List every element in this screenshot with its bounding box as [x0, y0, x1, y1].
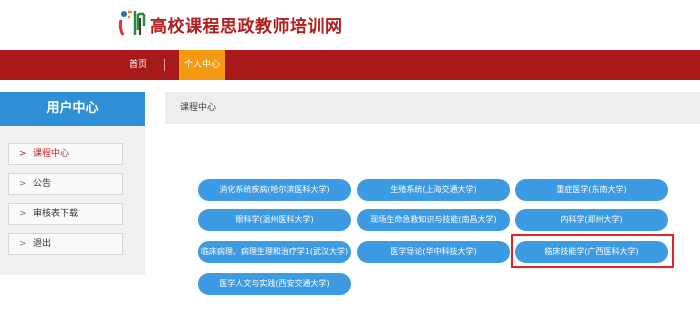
- nav-item-home[interactable]: 首页: [120, 50, 156, 80]
- logo-icon[interactable]: [118, 8, 146, 38]
- site-title: 高校课程思政教师培训网: [150, 17, 343, 37]
- sidebar-item-course-center[interactable]: > 课程中心: [8, 143, 123, 165]
- chevron-right-icon: >: [19, 179, 27, 189]
- course-button-clinical-pathology[interactable]: 临床病理、病理生理和治疗学1(武汉大学): [198, 241, 351, 263]
- course-button-internal-medicine[interactable]: 内科学(郑州大学): [515, 209, 668, 231]
- chevron-right-icon: >: [19, 209, 27, 219]
- panel-title: 课程中心: [165, 92, 700, 124]
- course-button-medical-introduction[interactable]: 医学导论(华中科技大学): [357, 241, 510, 263]
- course-button-ophthalmology[interactable]: 眼科学(温州医科大学): [198, 209, 351, 231]
- chevron-right-icon: >: [19, 149, 27, 159]
- nav-divider: [164, 59, 165, 71]
- highlight-box: [511, 234, 674, 268]
- sidebar-item-label: 课程中心: [33, 149, 70, 159]
- course-button-medical-humanities[interactable]: 医学人文与实践(西安交通大学): [198, 273, 351, 295]
- sidebar-item-label: 审核表下载: [33, 209, 79, 219]
- course-button-reproductive-system[interactable]: 生殖系统(上海交通大学): [357, 179, 510, 201]
- course-button-critical-care[interactable]: 重症医学(东南大学): [515, 179, 668, 201]
- nav-item-personal-center[interactable]: 个人中心: [179, 50, 225, 80]
- sidebar-title: 用户中心: [0, 92, 145, 126]
- sidebar-item-label: 公告: [33, 179, 52, 189]
- course-button-digestive-system[interactable]: 消化系统疾病(哈尔滨医科大学): [198, 179, 351, 201]
- site-header: 高校课程思政教师培训网: [0, 0, 700, 50]
- sidebar-item-announcements[interactable]: > 公告: [8, 173, 123, 195]
- chevron-right-icon: >: [19, 239, 27, 249]
- user-sidebar: 用户中心 > 课程中心 > 公告 > 审核表下载 > 退出: [0, 92, 145, 275]
- course-button-first-aid[interactable]: 现场生命急救知识与技能(南昌大学): [357, 209, 510, 231]
- main-nav: 首页 个人中心: [0, 50, 700, 80]
- sidebar-item-review-form-download[interactable]: > 审核表下载: [8, 203, 123, 225]
- sidebar-item-logout[interactable]: > 退出: [8, 233, 123, 255]
- sidebar-item-label: 退出: [33, 239, 52, 249]
- course-center-panel: 课程中心 消化系统疾病(哈尔滨医科大学) 生殖系统(上海交通大学) 重症医学(东…: [165, 92, 700, 312]
